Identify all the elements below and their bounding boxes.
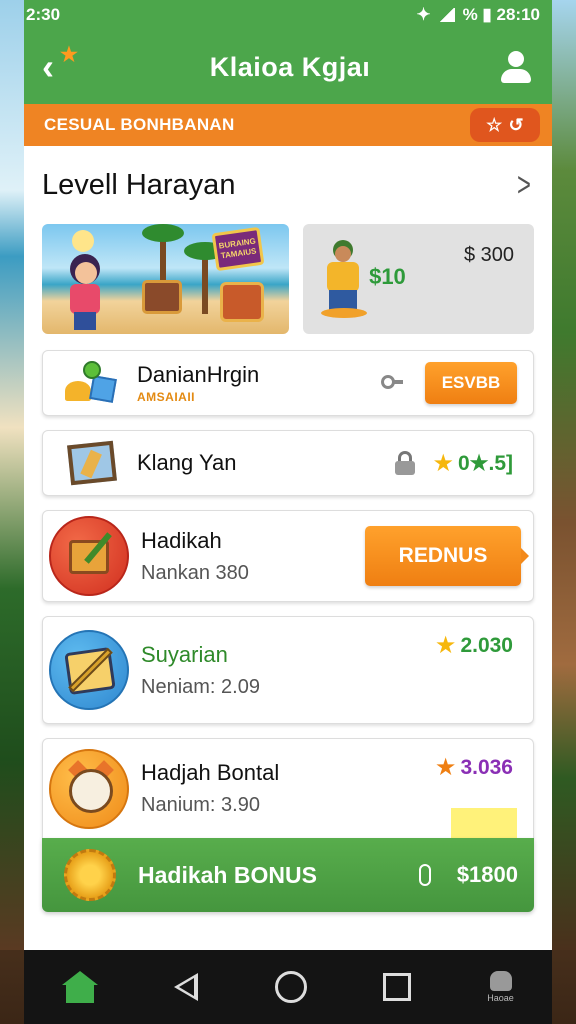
person-icon (489, 971, 512, 991)
status-icons: ✦ % ▮ 28:10 (416, 5, 540, 25)
home-icon[interactable] (62, 971, 99, 1003)
back-button[interactable]: ‹ ★ (42, 45, 82, 87)
toy-blocks-icon (63, 359, 119, 407)
main-content: Levell Harayan > BURAING TAMAIUS $10 $ 3… (24, 146, 552, 952)
nav-profile-button[interactable]: Haoae (487, 971, 514, 1003)
notebook-badge-icon (49, 630, 129, 710)
list-item[interactable]: DanianHrgin AMSAIAII ESVBB (42, 350, 534, 416)
item-subtitle: AMSAIAII (137, 390, 195, 404)
star-icon: ★ (434, 754, 457, 781)
microphone-icon (418, 864, 431, 886)
item-value: ★ 0★.5] (432, 449, 513, 478)
picture-frame-icon (63, 439, 119, 487)
item-name: Hadikah (141, 527, 222, 553)
recents-square-icon[interactable] (382, 973, 411, 1001)
nav-profile-label: Haoae (487, 993, 514, 1003)
palm-tree-illustration (184, 242, 226, 314)
system-nav-bar: Haoae (24, 950, 552, 1024)
list-item-text: DanianHrgin AMSAIAII (137, 362, 381, 404)
character-illustration (64, 254, 106, 330)
refresh-icon: ↺ (508, 114, 524, 135)
background-scene-left (0, 0, 24, 950)
list-item[interactable]: Hadjah Bontal Nanium: 3.90 ★ 3.036 (42, 738, 534, 838)
reader-character-illustration (319, 240, 369, 320)
cat-badge-icon (49, 748, 129, 829)
promo-sign: BURAING TAMAIUS (211, 226, 265, 272)
star-outline-icon: ☆ (486, 114, 503, 135)
promo-beach-card[interactable]: BURAING TAMAIUS (42, 224, 290, 334)
key-icon (381, 371, 403, 395)
promo-green-amount: $10 (369, 264, 406, 289)
item-value-text: 3.036 (460, 755, 513, 779)
highlight-block (451, 808, 517, 838)
item-subtitle: Neniam: 2.09 (141, 675, 260, 698)
bonus-label: Hadikah BONUS (138, 861, 317, 888)
sun-illustration (72, 230, 94, 252)
list-item[interactable]: Suyarian Neniam: 2.09 ★ 2.030 (42, 616, 534, 724)
back-arrow-icon: ‹ (42, 46, 54, 87)
item-value: ★ 3.036 (435, 753, 513, 782)
promo-price: $ 300 (463, 244, 514, 266)
section-header[interactable]: Levell Harayan > (42, 146, 534, 224)
item-action-button[interactable]: ESVBB (425, 362, 517, 404)
phone-screen: 2:30 ✦ % ▮ 28:10 ‹ ★ Klaioa Kgjaı CESUAL… (24, 0, 552, 1024)
user-profile-icon[interactable] (498, 49, 534, 85)
banner-text: CESUAL BONHBANAN (44, 115, 235, 134)
signal-icon (438, 8, 455, 22)
section-title: Levell Harayan (42, 168, 236, 201)
list-item-text: Klang Yan (137, 450, 394, 476)
category-banner: CESUAL BONHBANAN ☆ ↺ (24, 104, 552, 146)
item-value: ★ 2.030 (435, 631, 513, 660)
promo-row: BURAING TAMAIUS $10 $ 300 (42, 224, 534, 334)
item-value-text: 2.030 (460, 633, 513, 657)
app-bar: ‹ ★ Klaioa Kgjaı (24, 30, 552, 104)
item-subtitle: Nankan 380 (141, 561, 249, 584)
lock-icon (394, 451, 416, 475)
status-time: 2:30 (26, 5, 61, 24)
list-item[interactable]: Klang Yan ★ 0★.5] (42, 430, 534, 496)
wifi-icon: ✦ (416, 5, 431, 24)
banner-action-button[interactable]: ☆ ↺ (470, 108, 540, 142)
star-icon: ★ (432, 449, 454, 477)
treasure-chest-illustration (142, 280, 182, 314)
item-name: DanianHrgin (137, 362, 260, 387)
item-value-text: 0★.5] (457, 451, 513, 475)
app-title: Klaioa Kgjaı (209, 51, 371, 82)
background-scene-right (552, 0, 576, 950)
star-icon: ★ (434, 632, 457, 659)
chevron-right-icon[interactable]: > (517, 166, 531, 205)
status-right-text: % ▮ 28:10 (462, 5, 540, 24)
list-item[interactable]: Hadikah Nankan 380 REDNUS (42, 510, 534, 602)
item-name: Klang Yan (137, 450, 237, 475)
chest-badge-icon (49, 516, 129, 596)
bonus-bar[interactable]: Hadikah BONUS $1800 (42, 838, 534, 912)
back-triangle-icon[interactable] (174, 973, 199, 1001)
promo-reward-card[interactable]: $10 $ 300 (303, 224, 534, 334)
treasure-chest-illustration (220, 282, 264, 322)
gold-coin-icon (64, 849, 116, 901)
list-item-text: Hadikah Nankan 380 (141, 528, 365, 585)
star-icon: ★ (60, 44, 78, 66)
home-circle-icon[interactable] (274, 971, 307, 1003)
bonus-button[interactable]: REDNUS (365, 526, 529, 586)
bonus-amount: $1800 (456, 862, 518, 887)
status-bar: 2:30 ✦ % ▮ 28:10 (24, 0, 552, 30)
